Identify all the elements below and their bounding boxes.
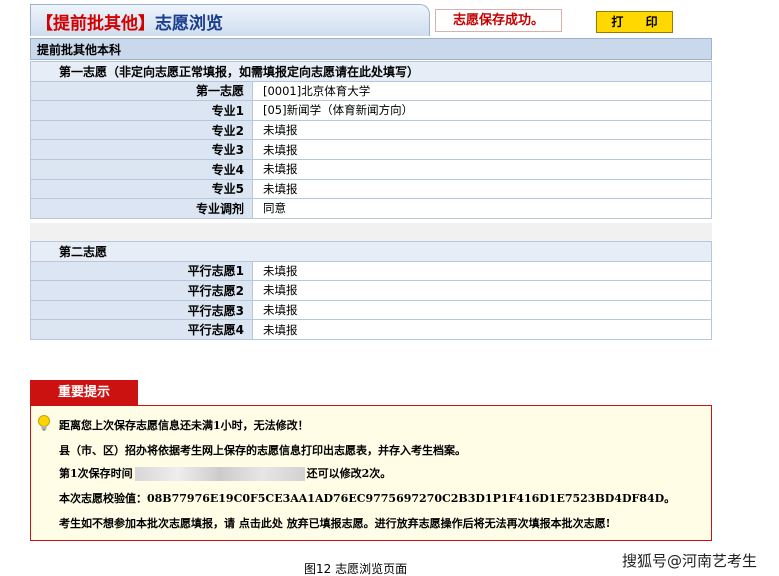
- second-choice-heading: 第二志愿: [30, 241, 712, 262]
- notice-tab: 重要提示: [30, 380, 138, 406]
- row-label: 专业调剂: [30, 198, 253, 219]
- title-main: 志愿浏览: [155, 14, 223, 34]
- table-row: 平行志愿1 未填报: [30, 260, 712, 282]
- save-success-message: 志愿保存成功。: [435, 9, 562, 32]
- row-label: 专业3: [30, 139, 253, 160]
- table-row: 平行志愿2 未填报: [30, 280, 712, 301]
- row-label: 平行志愿3: [30, 299, 253, 321]
- category-bar: 提前批其他本科: [30, 38, 712, 60]
- row-label: 平行志愿2: [30, 280, 253, 301]
- row-label: 平行志愿1: [30, 260, 253, 282]
- notice-line-1: 距离您上次保存志愿信息还未满1小时，无法修改！: [59, 419, 309, 432]
- row-label: 平行志愿4: [30, 319, 253, 340]
- save-time-label: 第1次保存时间: [59, 467, 133, 480]
- row-label: 专业1: [30, 100, 253, 121]
- notice-line-2: 县（市、区）招办将依据考生网上保存的志愿信息打印出志愿表，并存入考生档案。: [59, 444, 466, 457]
- table-row: 平行志愿4 未填报: [30, 319, 712, 340]
- table-row: 专业5 未填报: [30, 178, 712, 200]
- notice-line-4: 本次志愿校验值：08B77976E19C0F5CE3AA1AD76EC97756…: [59, 492, 676, 505]
- figure-caption: 图12 志愿浏览页面: [304, 562, 408, 576]
- first-choice-table: 第一志愿（非定向志愿正常填报，如需填报定向志愿请在此处填写） 第一志愿 [0001…: [30, 61, 712, 219]
- table-row: 第一志愿 [0001]北京体育大学: [30, 80, 712, 102]
- page-title: 【提前批其他】志愿浏览: [36, 9, 223, 34]
- table-row: 专业3 未填报: [30, 139, 712, 160]
- row-label: 专业4: [30, 158, 253, 180]
- row-value: [05]新闻学（体育新闻方向）: [252, 100, 712, 121]
- row-value: 未填报: [252, 260, 712, 282]
- row-value: 同意: [252, 198, 712, 219]
- title-prefix: 【提前批其他】: [36, 14, 155, 34]
- table-row: 专业1 [05]新闻学（体育新闻方向）: [30, 100, 712, 121]
- row-value: 未填报: [252, 178, 712, 200]
- remaining-edits: 还可以修改2次。: [306, 467, 392, 480]
- row-label: 专业2: [30, 119, 253, 141]
- row-label: 专业5: [30, 178, 253, 200]
- table-row: 专业调剂 同意: [30, 198, 712, 219]
- table-row: 平行志愿3 未填报: [30, 299, 712, 321]
- section-gap: [30, 223, 712, 241]
- row-value: 未填报: [252, 280, 712, 301]
- row-value: 未填报: [252, 319, 712, 340]
- redacted-time: [134, 467, 305, 481]
- row-value: 未填报: [252, 139, 712, 160]
- row-value: [0001]北京体育大学: [252, 80, 712, 102]
- watermark: 搜狐号@河南艺考生: [622, 552, 758, 570]
- row-label: 第一志愿: [30, 80, 253, 102]
- first-choice-heading: 第一志愿（非定向志愿正常填报，如需填报定向志愿请在此处填写）: [30, 61, 712, 82]
- row-value: 未填报: [252, 299, 712, 321]
- notice-line-5: 考生如不想参加本批次志愿填报，请 点击此处 放弃已填报志愿。进行放弃志愿操作后将…: [59, 515, 611, 531]
- lightbulb-icon: [38, 415, 50, 431]
- second-choice-table: 第二志愿 平行志愿1 未填报 平行志愿2 未填报 平行志愿3 未填报 平行志愿4 未填报: [30, 241, 712, 340]
- notice-line-3: 第1次保存时间 还可以修改2次。: [59, 465, 391, 481]
- row-value: 未填报: [252, 158, 712, 180]
- table-row: 专业2 未填报: [30, 119, 712, 141]
- notice-box: 距离您上次保存志愿信息还未满1小时，无法修改！ 县（市、区）招办将依据考生网上保…: [30, 405, 712, 541]
- abandon-text-b: 放弃已填报志愿。进行放弃志愿操作后将无法再次填报本批次志愿!: [286, 517, 611, 530]
- abandon-text-a: 考生如不想参加本批次志愿填报，请: [59, 517, 235, 530]
- table-row: 专业4 未填报: [30, 158, 712, 180]
- abandon-link[interactable]: 点击此处: [239, 517, 283, 530]
- row-value: 未填报: [252, 119, 712, 141]
- print-button[interactable]: 打 印: [596, 11, 673, 33]
